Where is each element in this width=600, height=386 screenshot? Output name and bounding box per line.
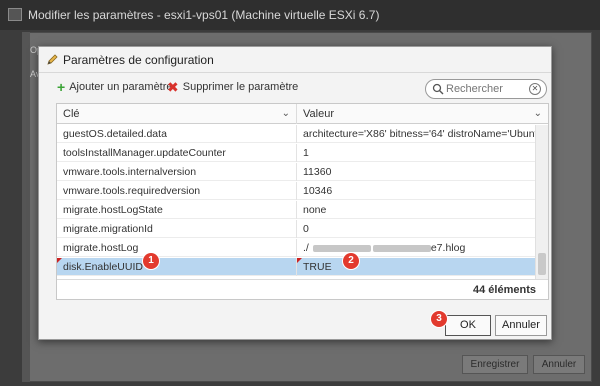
row-key: guestOS.detailed.data xyxy=(57,125,297,143)
chevron-down-icon[interactable]: ⌄ xyxy=(282,104,290,124)
ok-button[interactable]: OK xyxy=(445,315,491,336)
clear-search-icon[interactable]: ✕ xyxy=(529,83,541,95)
outer-window-titlebar: Modifier les paramètres - esxi1-vps01 (M… xyxy=(0,0,600,30)
row-key: disk.EnableUUID xyxy=(57,258,297,276)
table-row-selected[interactable]: disk.EnableUUID TRUE xyxy=(57,258,535,276)
table-row[interactable]: migrate.hostLog ./ e7.hlog xyxy=(57,239,535,257)
callout-badge-2: 2 xyxy=(343,253,359,269)
cancel-button[interactable]: Annuler xyxy=(495,315,547,336)
parameters-grid: Clé ⌄ Valeur ⌄ guestOS.detailed.data arc… xyxy=(56,103,549,300)
row-value[interactable]: none xyxy=(297,201,535,219)
callout-badge-1: 1 xyxy=(143,253,159,269)
grid-footer: 44 éléments xyxy=(57,279,548,299)
table-row[interactable]: vmware.tools.requiredversion 10346 xyxy=(57,182,535,200)
outer-save-button[interactable]: Enregistrer xyxy=(462,355,528,374)
dialog-title: Paramètres de configuration xyxy=(63,53,214,67)
row-key: migrate.hostLog xyxy=(57,239,297,257)
row-value-label: TRUE xyxy=(303,261,332,273)
dialog-toolbar: + Ajouter un paramètre ✖ Supprimer le pa… xyxy=(39,77,551,103)
pencil-icon xyxy=(47,54,58,65)
row-value-suffix: e7.hlog xyxy=(430,242,466,254)
row-key: vmware.tools.internalversion xyxy=(57,163,297,181)
remove-icon: ✖ xyxy=(167,79,179,95)
table-row[interactable]: migrate.hostLogState none xyxy=(57,201,535,219)
row-key: vmware.tools.requiredversion xyxy=(57,182,297,200)
search-box[interactable]: ✕ xyxy=(425,79,547,99)
dialog-titlebar: Paramètres de configuration xyxy=(39,47,551,73)
grid-header: Clé ⌄ Valeur ⌄ xyxy=(57,104,548,124)
outer-cancel-button[interactable]: Annuler xyxy=(533,355,585,374)
table-row[interactable]: toolsInstallManager.updateCounter 1 xyxy=(57,144,535,162)
row-key: migrate.hostLogState xyxy=(57,201,297,219)
grid-scrollbar[interactable] xyxy=(535,125,548,279)
column-header-value-label: Valeur xyxy=(303,108,334,120)
column-header-key-label: Clé xyxy=(63,108,80,120)
row-value[interactable]: 11360 xyxy=(297,163,535,181)
table-row[interactable]: migrate.migrationId 0 xyxy=(57,220,535,238)
callout-badge-3: 3 xyxy=(431,311,447,327)
redacted-text xyxy=(372,244,431,252)
row-key: migrate.migrationId xyxy=(57,220,297,238)
plus-icon: + xyxy=(57,79,66,95)
row-value[interactable]: architecture='X86' bitness='64' distroNa… xyxy=(297,125,535,143)
search-input[interactable] xyxy=(446,82,530,96)
outer-window-title: Modifier les paramètres - esxi1-vps01 (M… xyxy=(28,8,380,22)
row-key-label: disk.EnableUUID xyxy=(63,261,143,273)
row-value[interactable]: TRUE xyxy=(297,258,535,276)
column-header-value[interactable]: Valeur ⌄ xyxy=(297,104,548,124)
configuration-parameters-dialog: Paramètres de configuration + Ajouter un… xyxy=(38,46,552,340)
search-icon xyxy=(432,83,444,95)
item-count: 44 éléments xyxy=(473,284,536,296)
remove-parameter-button[interactable]: ✖ Supprimer le paramètre xyxy=(167,79,299,95)
row-key: toolsInstallManager.updateCounter xyxy=(57,144,297,162)
window-icon xyxy=(8,8,22,21)
outer-window-left-edge xyxy=(22,32,30,382)
modified-marker xyxy=(297,258,302,263)
redacted-text xyxy=(312,244,371,252)
row-value[interactable]: ./ e7.hlog xyxy=(297,239,535,257)
row-value-prefix: ./ xyxy=(303,242,309,254)
row-value[interactable]: 10346 xyxy=(297,182,535,200)
column-header-key[interactable]: Clé ⌄ xyxy=(57,104,297,124)
scrollbar-thumb[interactable] xyxy=(538,253,546,275)
modified-marker xyxy=(57,258,62,263)
row-value[interactable]: 0 xyxy=(297,220,535,238)
table-row[interactable]: vmware.tools.internalversion 11360 xyxy=(57,163,535,181)
add-parameter-button[interactable]: + Ajouter un paramètre xyxy=(57,79,173,95)
add-parameter-label: Ajouter un paramètre xyxy=(69,81,173,93)
table-row[interactable]: guestOS.detailed.data architecture='X86'… xyxy=(57,125,535,143)
row-value[interactable]: 1 xyxy=(297,144,535,162)
chevron-down-icon[interactable]: ⌄ xyxy=(534,104,542,124)
remove-parameter-label: Supprimer le paramètre xyxy=(182,81,299,93)
